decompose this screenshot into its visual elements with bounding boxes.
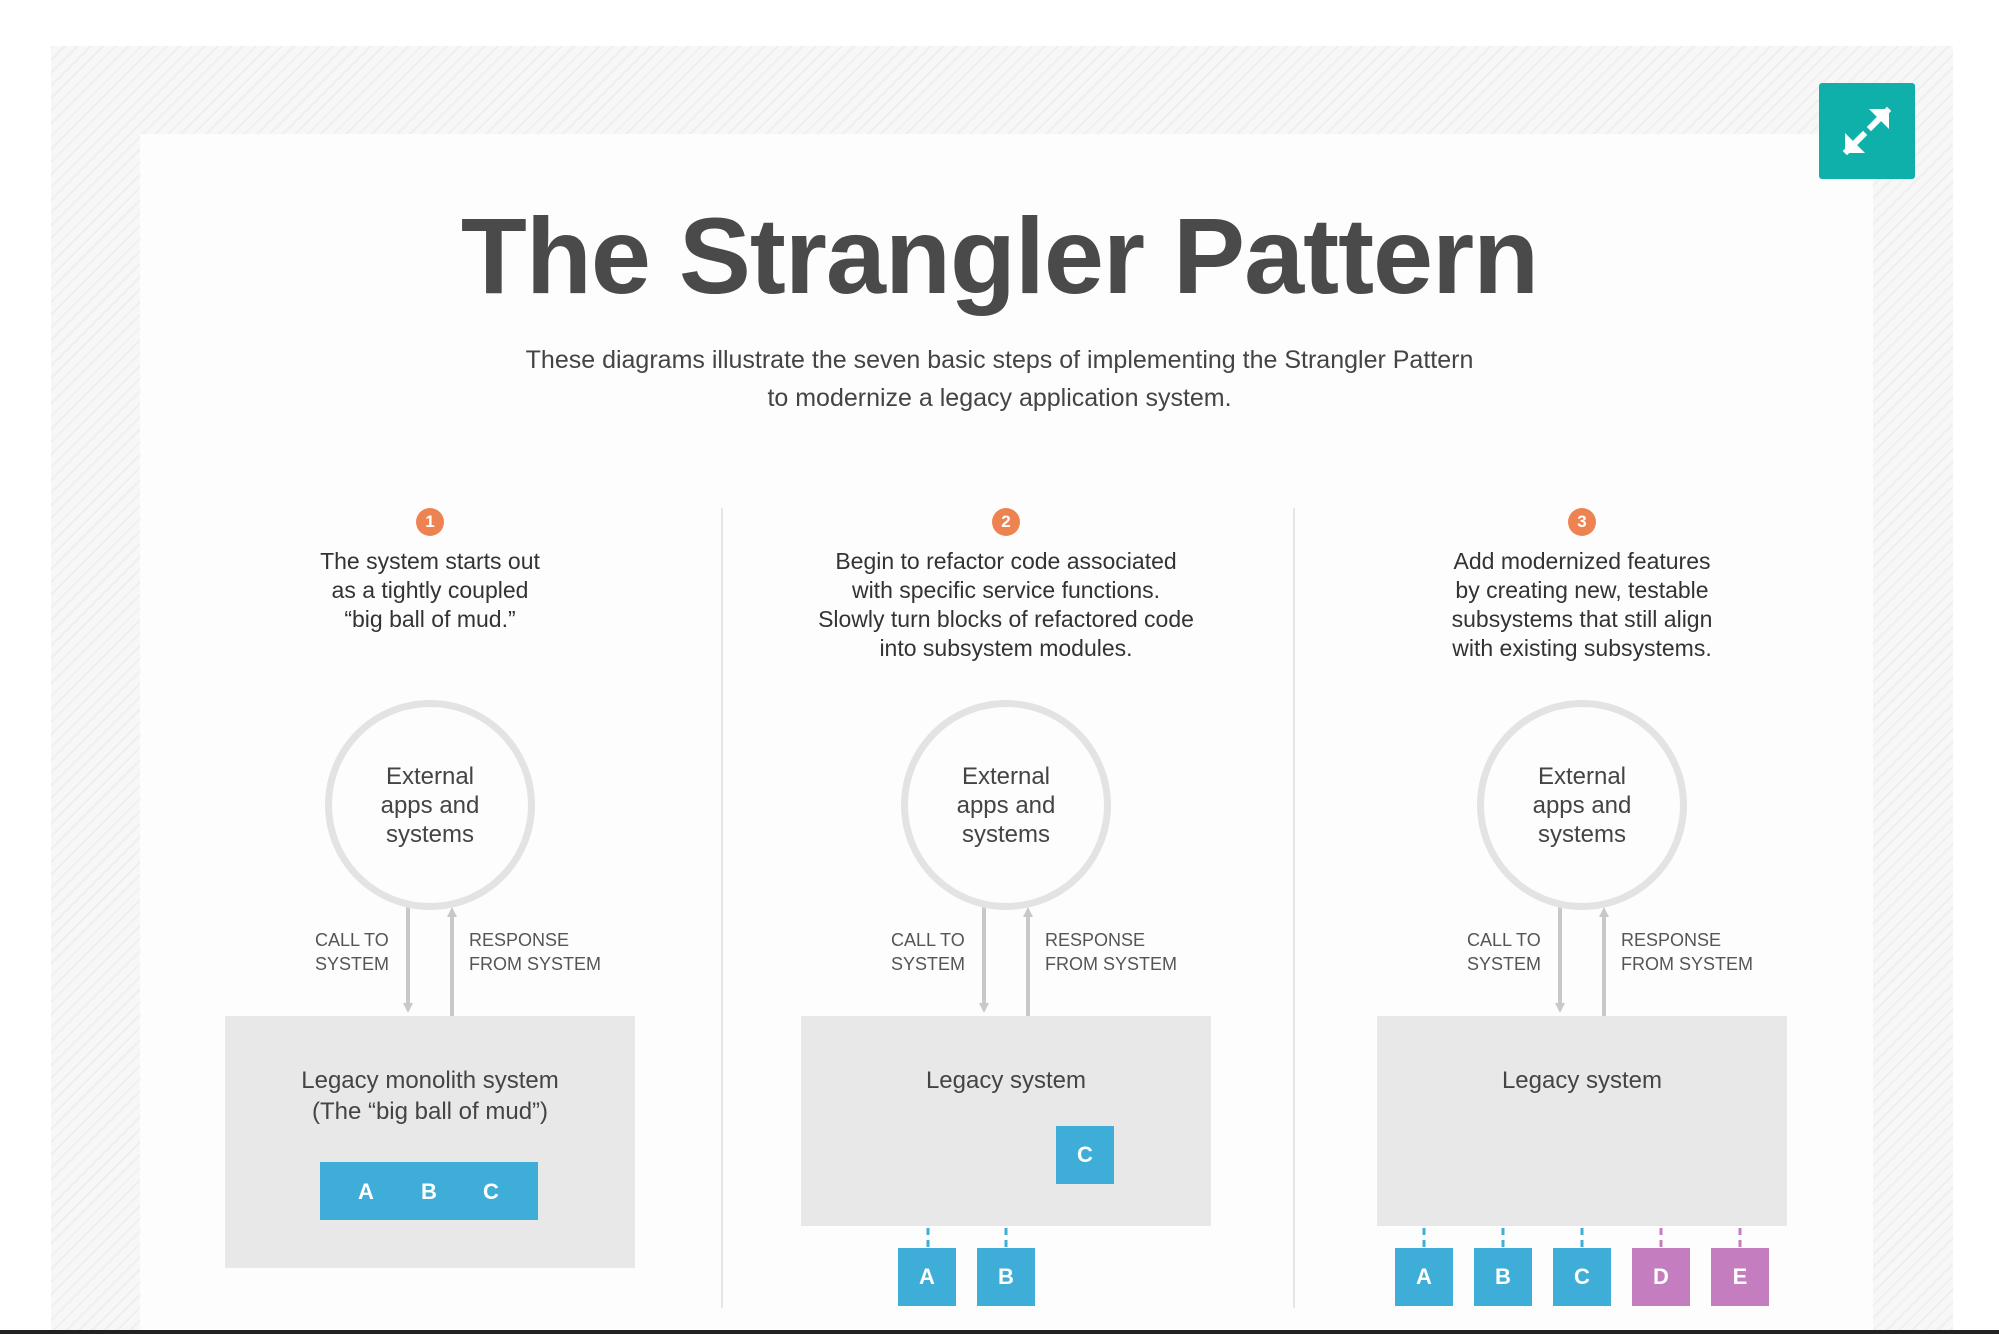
step-number-badge: 2 bbox=[992, 508, 1020, 536]
label-line: FROM SYSTEM bbox=[1621, 954, 1754, 974]
response-from-system-label: RESPONSE FROM SYSTEM bbox=[1045, 928, 1177, 976]
label-line: Legacy system bbox=[1501, 1067, 1663, 1094]
circle-label: External apps and systems bbox=[1477, 762, 1687, 849]
description-line: Slowly turn blocks of refactored code bbox=[818, 606, 1194, 632]
call-to-system-label: CALL TO SYSTEM bbox=[315, 928, 389, 976]
response-from-system-label: RESPONSE FROM SYSTEM bbox=[469, 928, 601, 976]
description-line: with specific service functions. bbox=[851, 577, 1161, 603]
bottom-border bbox=[0, 1330, 1999, 1334]
legacy-monolith-box bbox=[225, 1016, 635, 1268]
description-line: subsystems that still align bbox=[1451, 606, 1713, 632]
circle-label: External apps and systems bbox=[325, 762, 535, 849]
call-to-system-label: CALL TO SYSTEM bbox=[1467, 928, 1541, 976]
description-line: Add modernized features bbox=[1453, 548, 1711, 574]
legacy-system-box bbox=[1377, 1016, 1787, 1226]
circle-label-line: apps and bbox=[1532, 792, 1632, 819]
module-a-extracted: A bbox=[898, 1248, 956, 1306]
module-b: B bbox=[1474, 1248, 1532, 1306]
description-line: as a tightly coupled bbox=[331, 577, 529, 603]
label-line: FROM SYSTEM bbox=[1045, 954, 1178, 974]
circle-label-line: apps and bbox=[956, 792, 1056, 819]
circle-label-line: External bbox=[385, 763, 475, 790]
label-line: FROM SYSTEM bbox=[469, 954, 602, 974]
legacy-system-label: Legacy monolith system (The “big ball of… bbox=[225, 1065, 635, 1127]
step-description: Add modernized features by creating new,… bbox=[1332, 547, 1832, 663]
module-label-c: C bbox=[483, 1179, 499, 1204]
response-from-system-label: RESPONSE FROM SYSTEM bbox=[1621, 928, 1753, 976]
circle-label-line: systems bbox=[961, 821, 1050, 848]
module-e-new: E bbox=[1711, 1248, 1769, 1306]
step-description: The system starts out as a tightly coupl… bbox=[180, 547, 680, 634]
label-line: CALL TO bbox=[315, 930, 389, 950]
step-description: Begin to refactor code associated with s… bbox=[756, 547, 1256, 663]
circle-label-line: apps and bbox=[380, 792, 480, 819]
label-line: SYSTEM bbox=[315, 954, 390, 974]
description-line: by creating new, testable bbox=[1455, 577, 1709, 603]
module-label-b: B bbox=[421, 1179, 437, 1204]
step-number-badge: 1 bbox=[416, 508, 444, 536]
label-line: Legacy system bbox=[925, 1067, 1087, 1094]
module-a: A bbox=[1395, 1248, 1453, 1306]
circle-label-line: External bbox=[1537, 763, 1627, 790]
description-line: into subsystem modules. bbox=[879, 635, 1133, 661]
step-number-badge: 3 bbox=[1568, 508, 1596, 536]
module-c-inside: C bbox=[1056, 1126, 1114, 1184]
label-line: RESPONSE bbox=[1045, 930, 1146, 950]
monolith-modules-block: A B C bbox=[320, 1162, 538, 1220]
description-line: “big ball of mud.” bbox=[344, 606, 516, 632]
module-c: C bbox=[1553, 1248, 1611, 1306]
legacy-system-box bbox=[801, 1016, 1211, 1226]
description-line: Begin to refactor code associated bbox=[835, 548, 1177, 574]
module-b-extracted: B bbox=[977, 1248, 1035, 1306]
label-line: SYSTEM bbox=[1467, 954, 1542, 974]
label-line: RESPONSE bbox=[469, 930, 570, 950]
description-line: The system starts out bbox=[320, 548, 540, 574]
label-line: CALL TO bbox=[1467, 930, 1541, 950]
label-line: RESPONSE bbox=[1621, 930, 1722, 950]
module-label-a: A bbox=[358, 1179, 374, 1204]
circle-label-line: External bbox=[961, 763, 1051, 790]
description-line: with existing subsystems. bbox=[1452, 635, 1712, 661]
label-line: Legacy monolith system bbox=[301, 1067, 559, 1094]
legacy-system-label: Legacy system bbox=[801, 1065, 1211, 1096]
label-line: SYSTEM bbox=[891, 954, 966, 974]
circle-label: External apps and systems bbox=[901, 762, 1111, 849]
legacy-system-label: Legacy system bbox=[1377, 1065, 1787, 1096]
module-d-new: D bbox=[1632, 1248, 1690, 1306]
circle-label-line: systems bbox=[385, 821, 474, 848]
call-to-system-label: CALL TO SYSTEM bbox=[891, 928, 965, 976]
label-line: CALL TO bbox=[891, 930, 965, 950]
circle-label-line: systems bbox=[1537, 821, 1626, 848]
label-line: (The “big ball of mud”) bbox=[311, 1098, 549, 1125]
